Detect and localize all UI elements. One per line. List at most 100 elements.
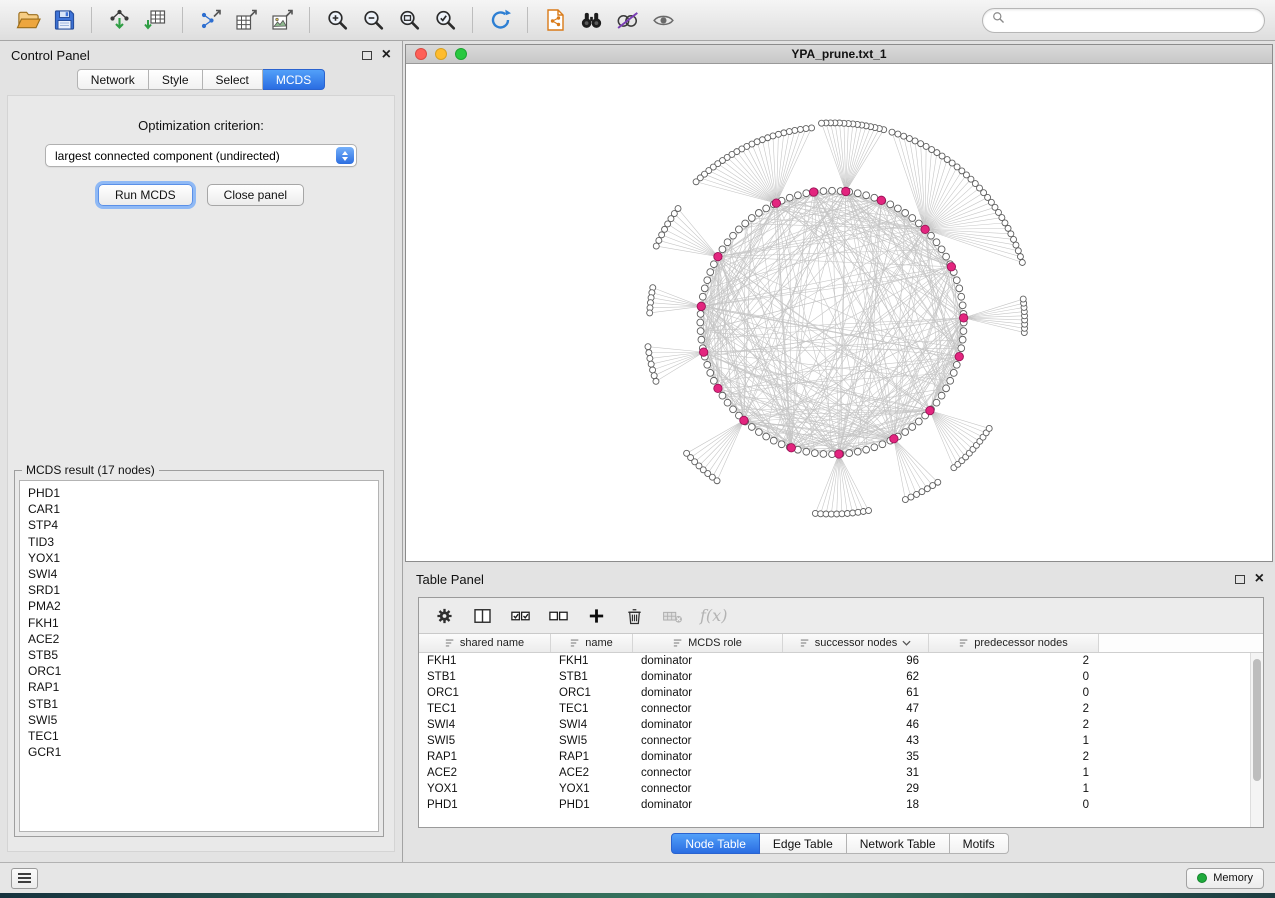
mcds-result-item[interactable]: ACE2 [28,631,370,647]
table-row[interactable]: SWI4SWI4dominator462 [419,717,1263,733]
select-all-button[interactable] [510,606,531,626]
save-session-icon [52,8,77,32]
table-row[interactable]: ACE2ACE2connector311 [419,765,1263,781]
mcds-result-item[interactable]: YOX1 [28,550,370,566]
save-session-button[interactable] [46,4,82,36]
export-image-icon [270,8,295,32]
analyzer-glasses-button[interactable] [609,4,645,36]
zoom-fit-button[interactable] [391,4,427,36]
column-header-mcds-role[interactable]: MCDS role [633,634,783,652]
run-mcds-button[interactable]: Run MCDS [98,184,193,206]
tab-select[interactable]: Select [203,69,263,90]
mcds-result-list[interactable]: PHD1CAR1STP4TID3YOX1SWI4SRD1PMA2FKH1ACE2… [19,480,379,832]
mcds-result-item[interactable]: PHD1 [28,485,370,501]
criterion-dropdown[interactable]: largest connected component (undirected) [45,144,357,167]
network-canvas[interactable] [406,65,1272,561]
table-settings-gear-button[interactable] [434,606,455,626]
task-history-button[interactable] [11,868,38,889]
column-sort-icon [445,638,455,648]
import-network-button[interactable] [101,4,137,36]
mcds-result-item[interactable]: STP4 [28,517,370,533]
tab-edge-table[interactable]: Edge Table [760,833,847,854]
network-graph [406,65,1272,561]
zoom-selected-icon [433,8,458,32]
minimize-window-icon[interactable] [435,48,447,60]
eye-button[interactable] [645,4,681,36]
mcds-result-item[interactable]: CAR1 [28,501,370,517]
cell-successor-nodes: 29 [783,783,929,795]
export-table-button[interactable] [228,4,264,36]
column-header-shared-name[interactable]: shared name [419,634,551,652]
mcds-result-item[interactable]: GCR1 [28,744,370,760]
export-network-button[interactable] [192,4,228,36]
open-file-button[interactable] [10,4,46,36]
function-builder-button[interactable]: f(x) [700,606,727,625]
add-row-button[interactable] [586,606,607,626]
zoom-in-button[interactable] [319,4,355,36]
clear-disabled-button[interactable] [662,606,683,626]
float-table-panel-icon[interactable] [1235,575,1245,584]
memory-button[interactable]: Memory [1186,868,1264,889]
cell-name: RAP1 [551,751,633,763]
search-input[interactable] [1011,13,1255,27]
close-table-panel-icon[interactable]: × [1255,571,1264,587]
cell-shared-name: YOX1 [419,783,551,795]
delete-rows-button[interactable] [624,606,645,626]
mcds-result-item[interactable]: TID3 [28,534,370,550]
close-window-icon[interactable] [415,48,427,60]
float-panel-icon[interactable] [362,51,372,60]
share-document-button[interactable] [537,4,573,36]
table-row[interactable]: STB1STB1dominator620 [419,669,1263,685]
cell-name: TEC1 [551,703,633,715]
tab-network[interactable]: Network [77,69,149,90]
search-icon [992,11,1005,29]
search-field[interactable] [982,8,1265,33]
status-bar: Memory [0,862,1275,893]
mcds-result-item[interactable]: STB5 [28,647,370,663]
network-window-titlebar[interactable]: YPA_prune.txt_1 [406,45,1272,64]
table-row[interactable]: ORC1ORC1dominator610 [419,685,1263,701]
cell-successor-nodes: 43 [783,735,929,747]
table-row[interactable]: PHD1PHD1dominator180 [419,797,1263,813]
open-file-icon [16,8,41,32]
mcds-result-item[interactable]: RAP1 [28,679,370,695]
maximize-window-icon[interactable] [455,48,467,60]
column-header-name[interactable]: name [551,634,633,652]
column-header-predecessor-nodes[interactable]: predecessor nodes [929,634,1099,652]
binoculars-button[interactable] [573,4,609,36]
zoom-out-button[interactable] [355,4,391,36]
close-panel-icon[interactable]: × [382,47,391,63]
cell-name: SWI5 [551,735,633,747]
close-panel-button[interactable]: Close panel [207,184,304,206]
mcds-result-item[interactable]: PMA2 [28,598,370,614]
cell-predecessor-nodes: 0 [929,799,1099,811]
table-scrollbar[interactable] [1250,653,1263,827]
mcds-result-item[interactable]: SWI4 [28,566,370,582]
mcds-result-item[interactable]: FKH1 [28,615,370,631]
deselect-all-button[interactable] [548,606,569,626]
export-image-button[interactable] [264,4,300,36]
mcds-result-item[interactable]: TEC1 [28,728,370,744]
table-row[interactable]: YOX1YOX1connector291 [419,781,1263,797]
table-row[interactable]: FKH1FKH1dominator962 [419,653,1263,669]
scrollbar-thumb[interactable] [1253,659,1261,781]
table-row[interactable]: SWI5SWI5connector431 [419,733,1263,749]
tab-network-table[interactable]: Network Table [847,833,950,854]
zoom-selected-button[interactable] [427,4,463,36]
mcds-result-item[interactable]: ORC1 [28,663,370,679]
tab-motifs[interactable]: Motifs [950,833,1009,854]
table-row[interactable]: RAP1RAP1dominator352 [419,749,1263,765]
mcds-result-item[interactable]: STB1 [28,696,370,712]
mcds-result-item[interactable]: SRD1 [28,582,370,598]
mcds-result-item[interactable]: SWI5 [28,712,370,728]
table-row[interactable]: TEC1TEC1connector472 [419,701,1263,717]
tab-style[interactable]: Style [149,69,203,90]
table-panel-title: Table Panel [416,572,484,587]
memory-status-icon [1197,873,1207,883]
tab-node-table[interactable]: Node Table [671,833,760,854]
tab-mcds[interactable]: MCDS [263,69,325,90]
import-table-button[interactable] [137,4,173,36]
column-header-successor-nodes[interactable]: successor nodes [783,634,929,652]
refresh-button[interactable] [482,4,518,36]
show-columns-button[interactable] [472,606,493,626]
